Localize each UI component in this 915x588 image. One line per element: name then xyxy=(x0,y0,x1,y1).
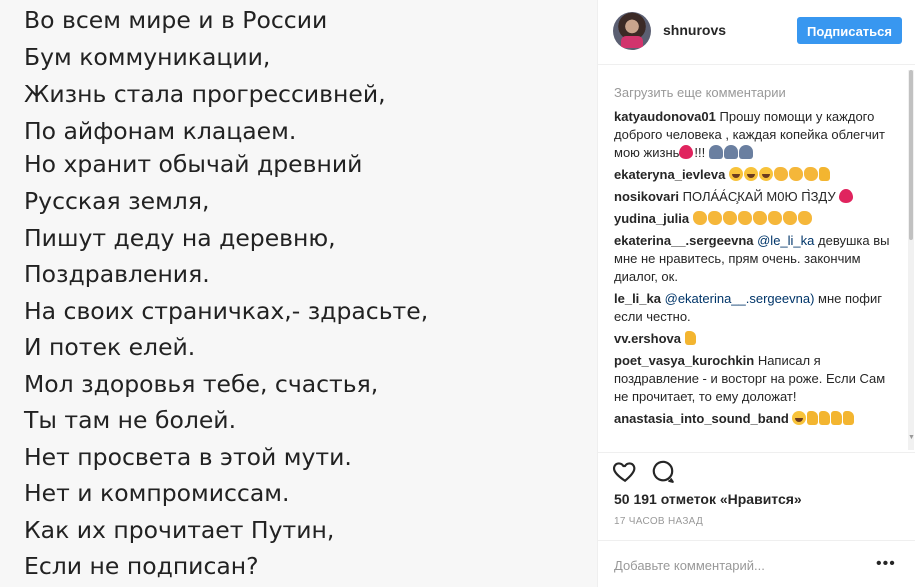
poem-line: Как их прочитает Путин, xyxy=(24,516,335,544)
heart-icon[interactable] xyxy=(612,458,638,484)
comment-mention-link[interactable]: @ekaterina__.sergeevna) xyxy=(665,291,815,306)
clapping-hands-emoji-icon xyxy=(692,211,707,225)
add-comment-row: ••• xyxy=(598,540,915,588)
comment-author[interactable]: katyaudonova01 xyxy=(614,109,716,124)
scrollbar-thumb[interactable] xyxy=(909,70,913,240)
clapping-hands-emoji-icon xyxy=(797,211,812,225)
poem-line: Нет и компромиссам. xyxy=(24,479,290,507)
clapping-hands-emoji-icon xyxy=(782,211,797,225)
thumbs-up-emoji-icon xyxy=(843,411,855,425)
post-header: shnurovs Подписаться xyxy=(598,0,915,65)
crying-face-emoji-icon xyxy=(728,167,743,181)
likes-count[interactable]: 50 191 отметок «Нравится» xyxy=(614,491,802,507)
poem-line: И потек елей. xyxy=(24,333,196,361)
follow-button[interactable]: Подписаться xyxy=(797,17,902,44)
comment-text: ПОЛА́А́С̧КАЙ М0Ю П̀ЗДУ xyxy=(682,189,836,204)
comment: yudina_julia xyxy=(614,210,900,228)
person-emoji-icon xyxy=(738,145,753,159)
comment-author[interactable]: poet_vasya_kurochkin xyxy=(614,353,754,368)
add-comment-input[interactable] xyxy=(614,558,884,573)
person-emoji-icon xyxy=(708,145,723,159)
thumbs-up-emoji-icon xyxy=(818,167,830,181)
comment-mention-link[interactable]: @le_li_ka xyxy=(757,233,814,248)
comments-list: Загрузить еще комментарии katyaudonova01… xyxy=(614,80,900,448)
thumbs-up-emoji-icon xyxy=(684,331,696,345)
comment: le_li_ka @ekaterina__.sergeevna) мне поф… xyxy=(614,290,900,326)
comment-author[interactable]: le_li_ka xyxy=(614,291,661,306)
comment: nosikovari ПОЛА́А́С̧КАЙ М0Ю П̀ЗДУ xyxy=(614,188,900,206)
comment: katyaudonova01 Прошу помощи у каждого до… xyxy=(614,108,900,162)
clapping-hands-emoji-icon xyxy=(773,167,788,181)
actions-divider xyxy=(598,452,915,454)
clapping-hands-emoji-icon xyxy=(752,211,767,225)
comment-icon[interactable] xyxy=(650,458,676,484)
clapping-hands-emoji-icon xyxy=(707,211,722,225)
comment: anastasia_into_sound_band xyxy=(614,410,900,428)
poem-line: Жизнь стала прогрессивней, xyxy=(24,80,386,108)
comment-author[interactable]: ekaterina__.sergeevna xyxy=(614,233,753,248)
clapping-hands-emoji-icon xyxy=(722,211,737,225)
poem-line: Пишут деду на деревню, xyxy=(24,224,336,252)
comments-scrollbar[interactable] xyxy=(908,70,914,450)
clapping-hands-emoji-icon xyxy=(803,167,818,181)
thumbs-up-emoji-icon xyxy=(819,411,831,425)
comment-author[interactable]: yudina_julia xyxy=(614,211,689,226)
comment-author[interactable]: vv.ershova xyxy=(614,331,681,346)
poem-line: Бум коммуникации, xyxy=(24,43,271,71)
scroll-down-arrow-icon[interactable]: ▼ xyxy=(908,434,915,444)
person-emoji-icon xyxy=(723,145,738,159)
clapping-hands-emoji-icon xyxy=(767,211,782,225)
crying-face-emoji-icon xyxy=(758,167,773,181)
poem-line: Нет просвета в этой мути. xyxy=(24,443,352,471)
username-link[interactable]: shnurovs xyxy=(663,22,726,38)
poem-line: Ты там не болей. xyxy=(24,406,237,434)
poem-line: Но хранит обычай древний xyxy=(24,150,363,178)
poem-line: Если не подписан? xyxy=(24,552,259,580)
comment-text-tail: !!! xyxy=(694,145,706,160)
post-timestamp[interactable]: 17 ЧАСОВ НАЗАД xyxy=(614,516,703,527)
poem-line: Поздравления. xyxy=(24,260,210,288)
crying-face-emoji-icon xyxy=(792,411,807,425)
comment: poet_vasya_kurochkin Написал я поздравле… xyxy=(614,352,900,406)
post-side-panel: shnurovs Подписаться Загрузить еще комме… xyxy=(597,0,915,587)
poem-line: Русская земля, xyxy=(24,187,210,215)
crying-face-emoji-icon xyxy=(743,167,758,181)
comment-author[interactable]: anastasia_into_sound_band xyxy=(614,411,789,426)
broken-heart-emoji-icon xyxy=(839,189,854,203)
comment-author[interactable]: nosikovari xyxy=(614,189,679,204)
comment: vv.ershova xyxy=(614,330,900,348)
clapping-hands-emoji-icon xyxy=(788,167,803,181)
comment: ekaterina__.sergeevna @le_li_ka девушка … xyxy=(614,232,900,286)
heart-emoji-icon xyxy=(679,145,694,159)
post-image: Во всем мире и в России Бум коммуникации… xyxy=(0,0,597,587)
thumbs-up-emoji-icon xyxy=(807,411,819,425)
avatar[interactable] xyxy=(613,12,651,50)
load-more-comments-link[interactable]: Загрузить еще комментарии xyxy=(614,80,900,108)
poem-line: Во всем мире и в России xyxy=(24,6,328,34)
clapping-hands-emoji-icon xyxy=(737,211,752,225)
poem-line: На своих страничках,- здрасьте, xyxy=(24,297,429,325)
comment-author[interactable]: ekateryna_ievleva xyxy=(614,167,725,182)
thumbs-up-emoji-icon xyxy=(831,411,843,425)
comment: ekateryna_ievleva xyxy=(614,166,900,184)
poem-line: По айфонам клацаем. xyxy=(24,117,297,145)
poem-line: Мол здоровья тебе, счастья, xyxy=(24,370,379,398)
more-icon[interactable]: ••• xyxy=(876,556,896,572)
